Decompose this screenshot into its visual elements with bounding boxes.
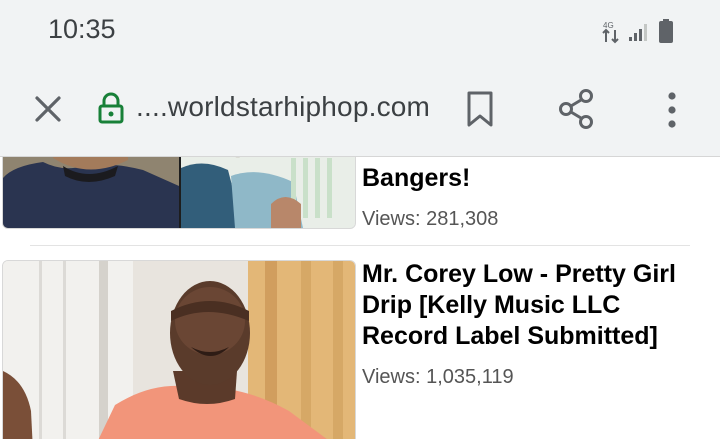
video-thumbnail[interactable] [2,260,356,439]
url-bar: ....worldstarhiphop.com [0,62,720,157]
more-vert-icon[interactable] [661,90,683,130]
close-icon[interactable] [32,93,64,125]
bookmark-icon[interactable] [466,91,494,127]
video-item[interactable]: Bangers! Views: 281,308 [0,157,720,237]
status-bar: 10:35 4G [0,0,720,62]
status-time: 10:35 [48,14,116,44]
video-views: Views: 1,035,119 [362,366,514,388]
signal-icon [629,24,647,41]
video-title[interactable]: Mr. Corey Low - Pretty Girl Drip [Kelly … [362,259,712,352]
url-text[interactable]: ....worldstarhiphop.com [136,91,430,123]
video-list: Bangers! Views: 281,308 Mr. Corey Low - … [0,157,720,439]
svg-text:4G: 4G [603,21,614,30]
video-title[interactable]: Bangers! [362,163,712,194]
video-item[interactable]: Mr. Corey Low - Pretty Girl Drip [Kelly … [0,260,720,439]
status-icons: 4G [602,18,674,44]
data-arrows-icon: 4G [602,21,619,44]
video-views: Views: 281,308 [362,208,499,230]
lock-icon [98,92,124,124]
share-icon[interactable] [557,88,595,130]
divider [30,245,690,246]
video-thumbnail[interactable] [2,157,356,229]
battery-icon [659,19,673,43]
